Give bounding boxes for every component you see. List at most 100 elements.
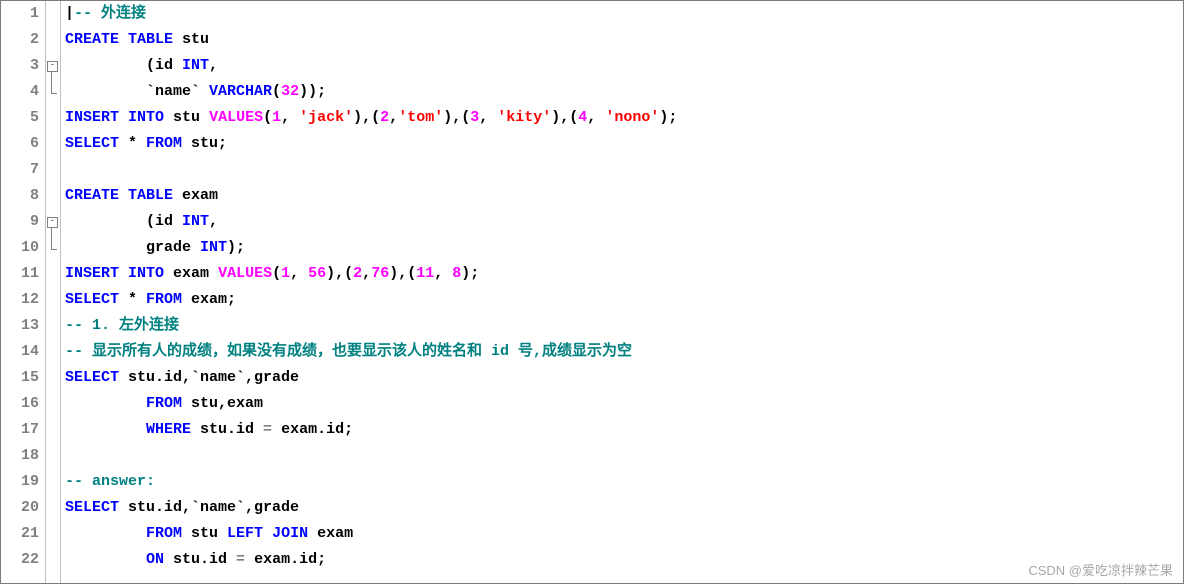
code-token (65, 525, 146, 542)
code-token: stu (164, 109, 209, 126)
watermark-text: CSDN @爱吃凉拌辣芒果 (1028, 560, 1173, 579)
code-token: SELECT (65, 135, 119, 152)
code-token: stu.id,`name`,grade (119, 499, 299, 516)
line-number: 5 (1, 105, 39, 131)
code-line[interactable]: CREATE TABLE exam (65, 183, 1183, 209)
fold-end-icon (51, 248, 57, 250)
code-line[interactable]: (id INT, (65, 209, 1183, 235)
code-token: = (236, 551, 245, 568)
code-token: exam.id; (272, 421, 353, 438)
code-token: ( (272, 83, 281, 100)
code-area[interactable]: |-- 外连接CREATE TABLE stu (id INT, `name` … (61, 1, 1183, 583)
code-token (65, 421, 146, 438)
code-token: -- answer: (65, 473, 155, 490)
code-token: | (65, 5, 74, 22)
code-token: JOIN (272, 525, 308, 542)
code-token: stu.id (164, 551, 236, 568)
code-token: ),( (389, 265, 416, 282)
code-token: stu (173, 31, 209, 48)
line-number: 18 (1, 443, 39, 469)
code-token: stu.id (191, 421, 263, 438)
code-line[interactable]: WHERE stu.id = exam.id; (65, 417, 1183, 443)
code-line[interactable]: -- 显示所有人的成绩，如果没有成绩，也要显示该人的姓名和 id 号,成绩显示为… (65, 339, 1183, 365)
code-token: INT (182, 213, 209, 230)
code-token: INSERT (65, 109, 119, 126)
code-line[interactable]: INSERT INTO stu VALUES(1, 'jack'),(2,'to… (65, 105, 1183, 131)
code-line[interactable] (65, 157, 1183, 183)
code-token: CREATE (65, 31, 119, 48)
line-number-gutter: 12345678910111213141516171819202122 (1, 1, 46, 583)
fold-gutter[interactable]: -- (46, 1, 61, 583)
code-token: = (263, 421, 272, 438)
code-token: 'tom' (398, 109, 443, 126)
line-number: 16 (1, 391, 39, 417)
code-line[interactable]: -- 1. 左外连接 (65, 313, 1183, 339)
code-token: FROM (146, 291, 182, 308)
code-line[interactable]: FROM stu LEFT JOIN exam (65, 521, 1183, 547)
fold-toggle-icon[interactable]: - (47, 61, 58, 72)
code-line[interactable]: SELECT * FROM stu; (65, 131, 1183, 157)
line-number: 6 (1, 131, 39, 157)
line-number: 3 (1, 53, 39, 79)
code-line[interactable]: |-- 外连接 (65, 1, 1183, 27)
code-token (119, 31, 128, 48)
line-number: 13 (1, 313, 39, 339)
code-token: , (362, 265, 371, 282)
code-token: VALUES (209, 109, 263, 126)
code-line[interactable]: -- answer: (65, 469, 1183, 495)
code-token: * (119, 291, 146, 308)
code-line[interactable]: SELECT stu.id,`name`,grade (65, 365, 1183, 391)
code-token: 'kity' (497, 109, 551, 126)
code-line[interactable]: `name` VARCHAR(32)); (65, 79, 1183, 105)
fold-toggle-icon[interactable]: - (47, 217, 58, 228)
code-line[interactable]: SELECT * FROM exam; (65, 287, 1183, 313)
code-token: 4 (578, 109, 587, 126)
code-line[interactable]: FROM stu,exam (65, 391, 1183, 417)
fold-line (51, 228, 52, 248)
code-token: 3 (470, 109, 479, 126)
code-token: WHERE (146, 421, 191, 438)
code-token: -- 外连接 (74, 5, 146, 22)
code-editor[interactable]: 12345678910111213141516171819202122 -- |… (0, 0, 1184, 584)
code-token: 8 (452, 265, 461, 282)
code-token (119, 109, 128, 126)
code-token: stu; (182, 135, 227, 152)
code-token: 32 (281, 83, 299, 100)
code-token: LEFT (227, 525, 263, 542)
code-token: INT (200, 239, 227, 256)
code-token: (id (65, 57, 182, 74)
code-token: * (119, 135, 146, 152)
line-number: 7 (1, 157, 39, 183)
code-token: ON (146, 551, 164, 568)
code-token: , (290, 265, 308, 282)
line-number: 22 (1, 547, 39, 573)
code-line[interactable]: SELECT stu.id,`name`,grade (65, 495, 1183, 521)
code-token: grade (65, 239, 200, 256)
code-token: ),( (326, 265, 353, 282)
code-token: ); (227, 239, 245, 256)
code-token: exam (308, 525, 353, 542)
code-token (65, 551, 146, 568)
code-token: FROM (146, 525, 182, 542)
code-line[interactable] (65, 443, 1183, 469)
code-line[interactable]: ON stu.id = exam.id; (65, 547, 1183, 573)
line-number: 17 (1, 417, 39, 443)
code-token: ( (263, 109, 272, 126)
code-token: ( (272, 265, 281, 282)
code-line[interactable]: CREATE TABLE stu (65, 27, 1183, 53)
code-token: SELECT (65, 291, 119, 308)
code-token: VARCHAR (209, 83, 272, 100)
code-line[interactable]: INSERT INTO exam VALUES(1, 56),(2,76),(1… (65, 261, 1183, 287)
code-line[interactable]: (id INT, (65, 53, 1183, 79)
line-number: 19 (1, 469, 39, 495)
line-number: 10 (1, 235, 39, 261)
line-number: 14 (1, 339, 39, 365)
code-token: stu (182, 525, 227, 542)
code-line[interactable]: grade INT); (65, 235, 1183, 261)
line-number: 12 (1, 287, 39, 313)
code-token: INT (182, 57, 209, 74)
code-token: , (209, 57, 218, 74)
code-token: , (389, 109, 398, 126)
code-token: TABLE (128, 187, 173, 204)
line-number: 21 (1, 521, 39, 547)
